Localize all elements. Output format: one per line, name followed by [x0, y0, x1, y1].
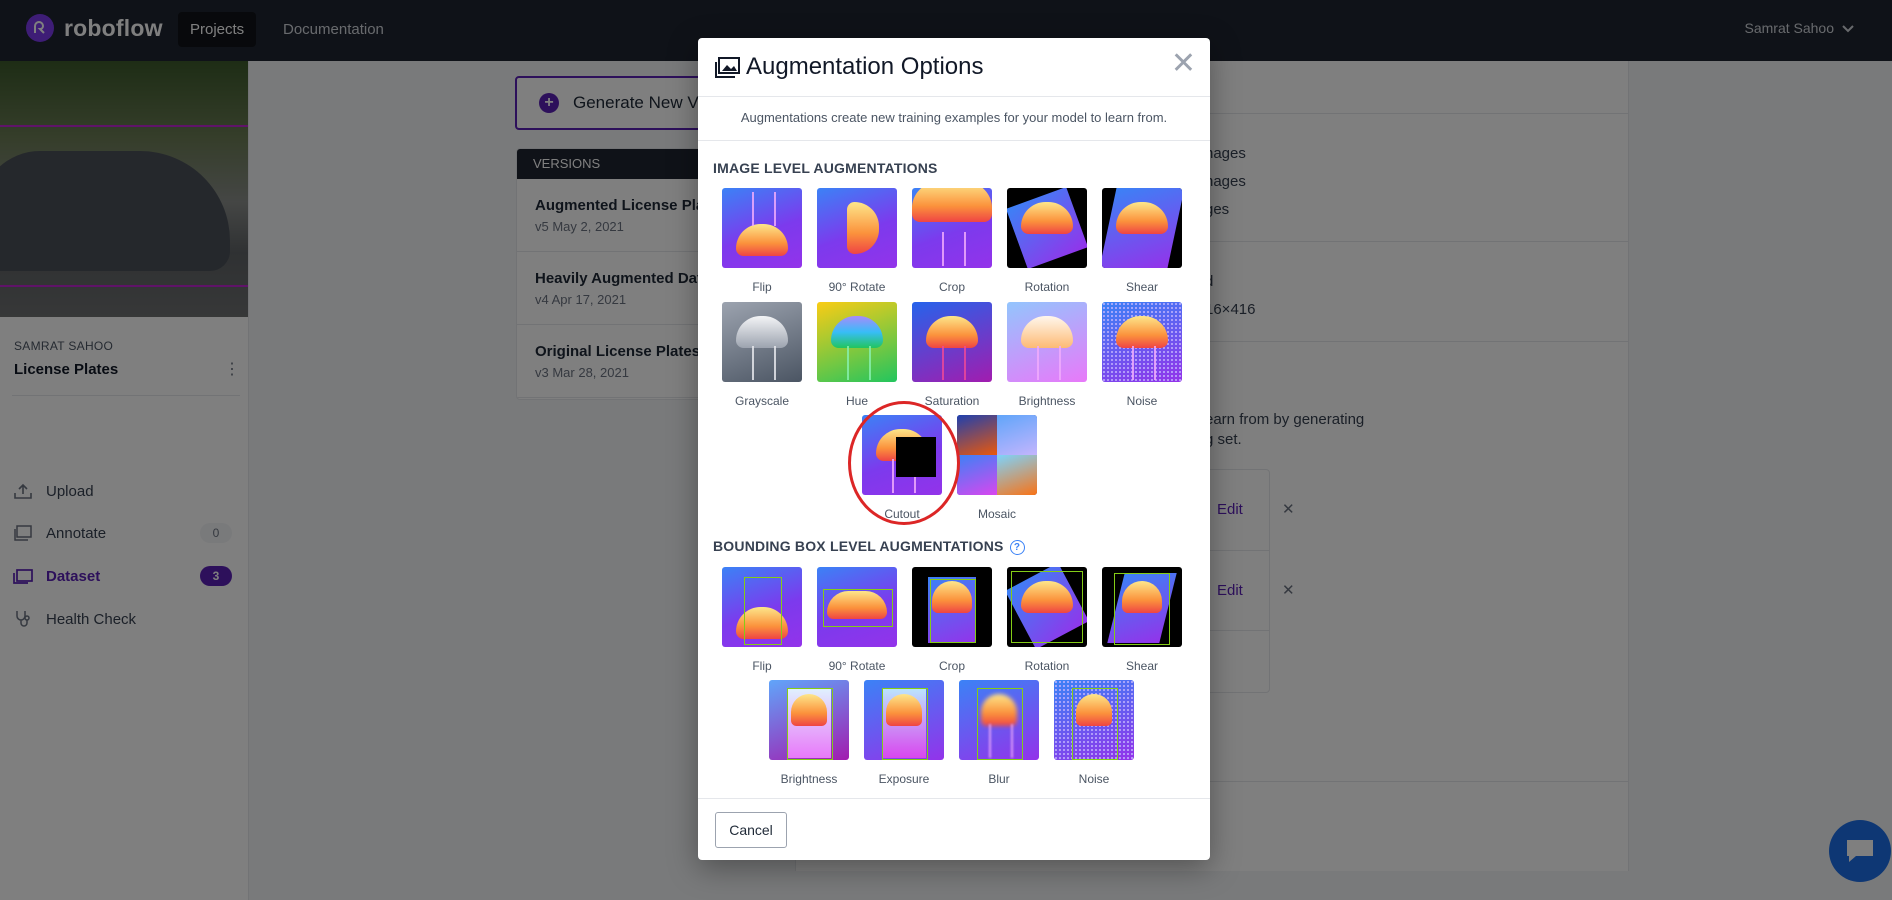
help-icon[interactable]: ?: [1009, 540, 1025, 555]
bbox-tile-shear[interactable]: Shear: [1102, 567, 1182, 673]
augmentation-tile-brightness[interactable]: Brightness: [1007, 302, 1087, 408]
augmentation-tile-hue[interactable]: Hue: [817, 302, 897, 408]
image-level-section-title: IMAGE LEVEL AUGMENTATIONS: [713, 160, 938, 176]
modal-title: Augmentation Options: [746, 53, 984, 80]
modal-header: Augmentation Options ✕: [698, 38, 1210, 97]
images-icon: [714, 57, 740, 84]
bbox-tile-blur[interactable]: Blur: [959, 680, 1039, 786]
augmentation-tile-noise[interactable]: Noise: [1102, 302, 1182, 408]
modal-footer-divider: [698, 798, 1210, 799]
augmentation-tile-mosaic[interactable]: Mosaic: [957, 415, 1037, 521]
bbox-tile-crop[interactable]: Crop: [912, 567, 992, 673]
bbox-tile-rotation[interactable]: Rotation: [1007, 567, 1087, 673]
close-icon[interactable]: ✕: [1171, 49, 1196, 79]
augmentation-tile-90-rotate[interactable]: 90° Rotate: [817, 188, 897, 294]
augmentation-tile-shear[interactable]: Shear: [1102, 188, 1182, 294]
modal-description: Augmentations create new training exampl…: [698, 96, 1210, 141]
augmentation-tile-rotation[interactable]: Rotation: [1007, 188, 1087, 294]
bbox-tile-90-rotate[interactable]: 90° Rotate: [817, 567, 897, 673]
bbox-tile-flip[interactable]: Flip: [722, 567, 802, 673]
bounding-box-section-title: BOUNDING BOX LEVEL AUGMENTATIONS?: [713, 538, 1025, 555]
bbox-tile-brightness[interactable]: Brightness: [769, 680, 849, 786]
augmentation-tile-saturation[interactable]: Saturation: [912, 302, 992, 408]
cancel-button[interactable]: Cancel: [715, 812, 787, 848]
augmentation-options-modal: Augmentation Options ✕ Augmentations cre…: [698, 38, 1210, 860]
bbox-tile-noise[interactable]: Noise: [1054, 680, 1134, 786]
bbox-tile-exposure[interactable]: Exposure: [864, 680, 944, 786]
augmentation-tile-crop[interactable]: Crop: [912, 188, 992, 294]
augmentation-tile-grayscale[interactable]: Grayscale: [722, 302, 802, 408]
highlight-circle: [848, 401, 960, 525]
augmentation-tile-flip[interactable]: Flip: [722, 188, 802, 294]
